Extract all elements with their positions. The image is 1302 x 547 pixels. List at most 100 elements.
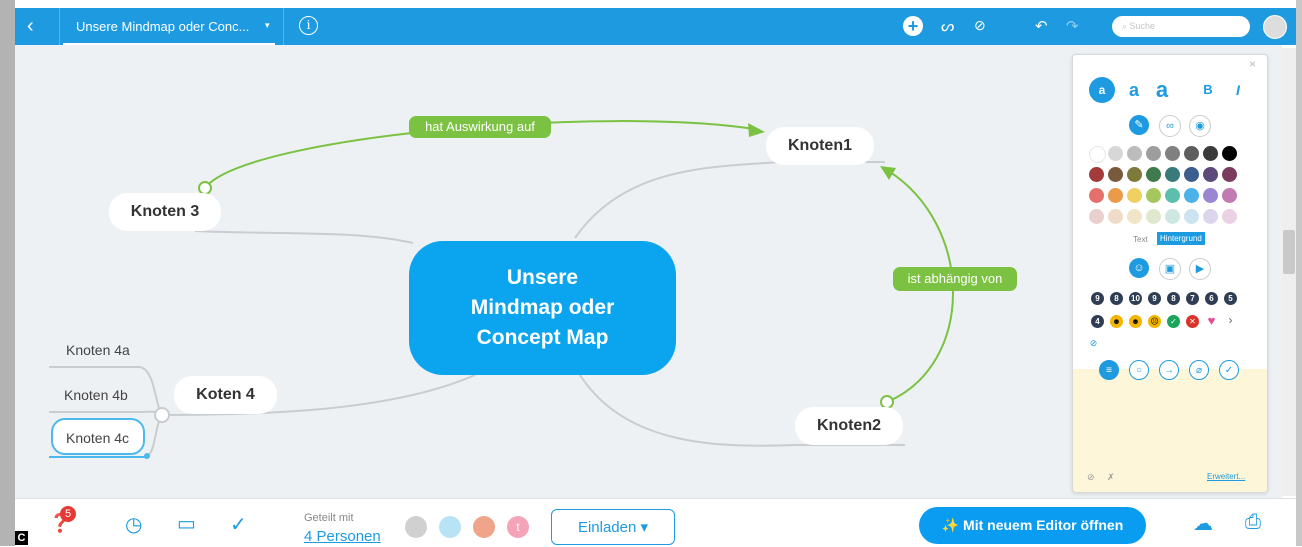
sad-icon[interactable]: ☹ [1148,315,1161,328]
color-swatch[interactable] [1127,146,1142,161]
note-icon[interactable]: ≡ [1099,360,1119,380]
color-swatch[interactable] [1184,167,1199,182]
redo-icon[interactable]: ↷ [1066,17,1079,35]
number-icon[interactable]: 8 [1110,292,1123,305]
color-swatch[interactable] [1127,209,1142,224]
person-avatar[interactable] [473,516,495,538]
color-swatch[interactable] [1108,209,1123,224]
title-dropdown-icon[interactable]: ▾ [265,20,270,31]
color-swatch[interactable] [1222,209,1237,224]
number-icon[interactable]: 9 [1148,292,1161,305]
text-color-tab[interactable]: Text [1133,235,1148,244]
color-swatch[interactable] [1127,188,1142,203]
undo-icon[interactable]: ↶ [1035,17,1048,35]
task-icon[interactable]: ✓ [1219,360,1239,380]
collapse-handle[interactable] [154,407,170,423]
shared-people-link[interactable]: 4 Personen [304,528,381,545]
color-swatch[interactable] [1146,209,1161,224]
number-icon[interactable]: 4 [1091,315,1104,328]
clear-icon[interactable]: ⊘ [1087,472,1095,483]
color-swatch[interactable] [1222,167,1237,182]
print-icon[interactable]: ⎙ [1245,511,1261,534]
connect-icon[interactable]: ᔕ [941,17,954,35]
no-link-icon[interactable]: ⊘ [974,17,986,34]
font-size-large[interactable]: a [1149,77,1175,103]
person-avatar[interactable] [405,516,427,538]
color-swatch[interactable] [1127,167,1142,182]
check-icon[interactable]: ✓ [1167,315,1180,328]
invite-button[interactable]: Einladen ▾ [551,509,675,545]
clear-icon[interactable]: ⊘ [1087,337,1100,350]
number-icon[interactable]: 9 [1091,292,1104,305]
color-swatch[interactable] [1108,146,1123,161]
heart-icon[interactable]: ♥ [1205,314,1218,327]
color-swatch[interactable] [1089,146,1106,163]
view-tab-icon[interactable]: ◉ [1189,115,1211,137]
open-new-editor-button[interactable]: ✨ Mit neuem Editor öffnen [919,507,1146,544]
bold-button[interactable]: B [1195,77,1221,103]
number-icon[interactable]: 7 [1186,292,1199,305]
smile-icon[interactable]: ☻ [1129,315,1142,328]
node-knoten3[interactable]: Knoten 3 [109,193,221,231]
history-icon[interactable]: ◷ [125,512,142,537]
color-swatch[interactable] [1089,167,1104,182]
node-knoten2[interactable]: Knoten2 [795,407,903,445]
color-swatch[interactable] [1089,188,1104,203]
scrollbar-thumb[interactable] [1283,230,1295,274]
color-swatch[interactable] [1146,188,1161,203]
person-avatar[interactable]: t [507,516,529,538]
color-swatch[interactable] [1184,188,1199,203]
comment-icon[interactable]: ○ [1129,360,1149,380]
info-icon[interactable]: i [299,16,318,35]
emoji-tab-icon[interactable]: ☺ [1129,258,1149,278]
node-knoten4[interactable]: Koten 4 [174,376,277,414]
cloud-download-icon[interactable]: ☁ [1193,511,1213,536]
relation-label[interactable]: hat Auswirkung auf [409,116,551,138]
user-avatar[interactable] [1263,15,1287,39]
color-swatch[interactable] [1146,146,1161,161]
arrow-icon[interactable]: → [1159,360,1179,380]
color-swatch[interactable] [1184,146,1199,161]
search-input[interactable]: ⌕ Suche [1112,16,1250,37]
color-swatch[interactable] [1165,209,1180,224]
number-icon[interactable]: 6 [1205,292,1218,305]
color-swatch[interactable] [1089,209,1104,224]
color-swatch[interactable] [1165,167,1180,182]
color-swatch[interactable] [1165,146,1180,161]
color-swatch[interactable] [1184,209,1199,224]
presentation-icon[interactable]: ▭ [177,511,196,536]
node-knoten4c[interactable]: Knoten 4c [66,430,129,446]
color-swatch[interactable] [1222,146,1237,161]
color-swatch[interactable] [1222,188,1237,203]
advanced-link[interactable]: Erweitert... [1207,472,1245,481]
image-tab-icon[interactable]: ▣ [1159,258,1181,280]
document-title[interactable]: Unsere Mindmap oder Conc... [76,19,249,34]
font-size-small[interactable]: a [1089,77,1115,103]
background-color-tab[interactable]: Hintergrund [1157,232,1205,245]
attachment-icon[interactable]: ⌀ [1189,360,1209,380]
person-avatar[interactable] [439,516,461,538]
color-swatch[interactable] [1203,209,1218,224]
relation-label[interactable]: ist abhängig von [893,267,1017,291]
central-topic[interactable]: Unsere Mindmap oder Concept Map [409,241,676,375]
check-icon[interactable]: ✓ [230,512,247,537]
color-swatch[interactable] [1203,167,1218,182]
back-icon[interactable]: ‹ [27,15,34,38]
node-knoten4a[interactable]: Knoten 4a [66,342,130,358]
color-swatch[interactable] [1203,188,1218,203]
color-swatch[interactable] [1108,188,1123,203]
magic-icon[interactable]: ✗ [1107,472,1115,483]
style-tab-icon[interactable]: ✎ [1129,115,1149,135]
color-swatch[interactable] [1165,188,1180,203]
chevron-right-icon[interactable]: › [1224,314,1237,327]
color-swatch[interactable] [1146,167,1161,182]
italic-button[interactable]: I [1225,77,1251,103]
color-swatch[interactable] [1108,167,1123,182]
add-icon[interactable]: + [903,16,923,36]
node-knoten4b[interactable]: Knoten 4b [64,387,128,403]
font-size-medium[interactable]: a [1121,77,1147,103]
cross-icon[interactable]: ✕ [1186,315,1199,328]
video-tab-icon[interactable]: ▶ [1189,258,1211,280]
number-icon[interactable]: 5 [1224,292,1237,305]
number-icon[interactable]: 8 [1167,292,1180,305]
